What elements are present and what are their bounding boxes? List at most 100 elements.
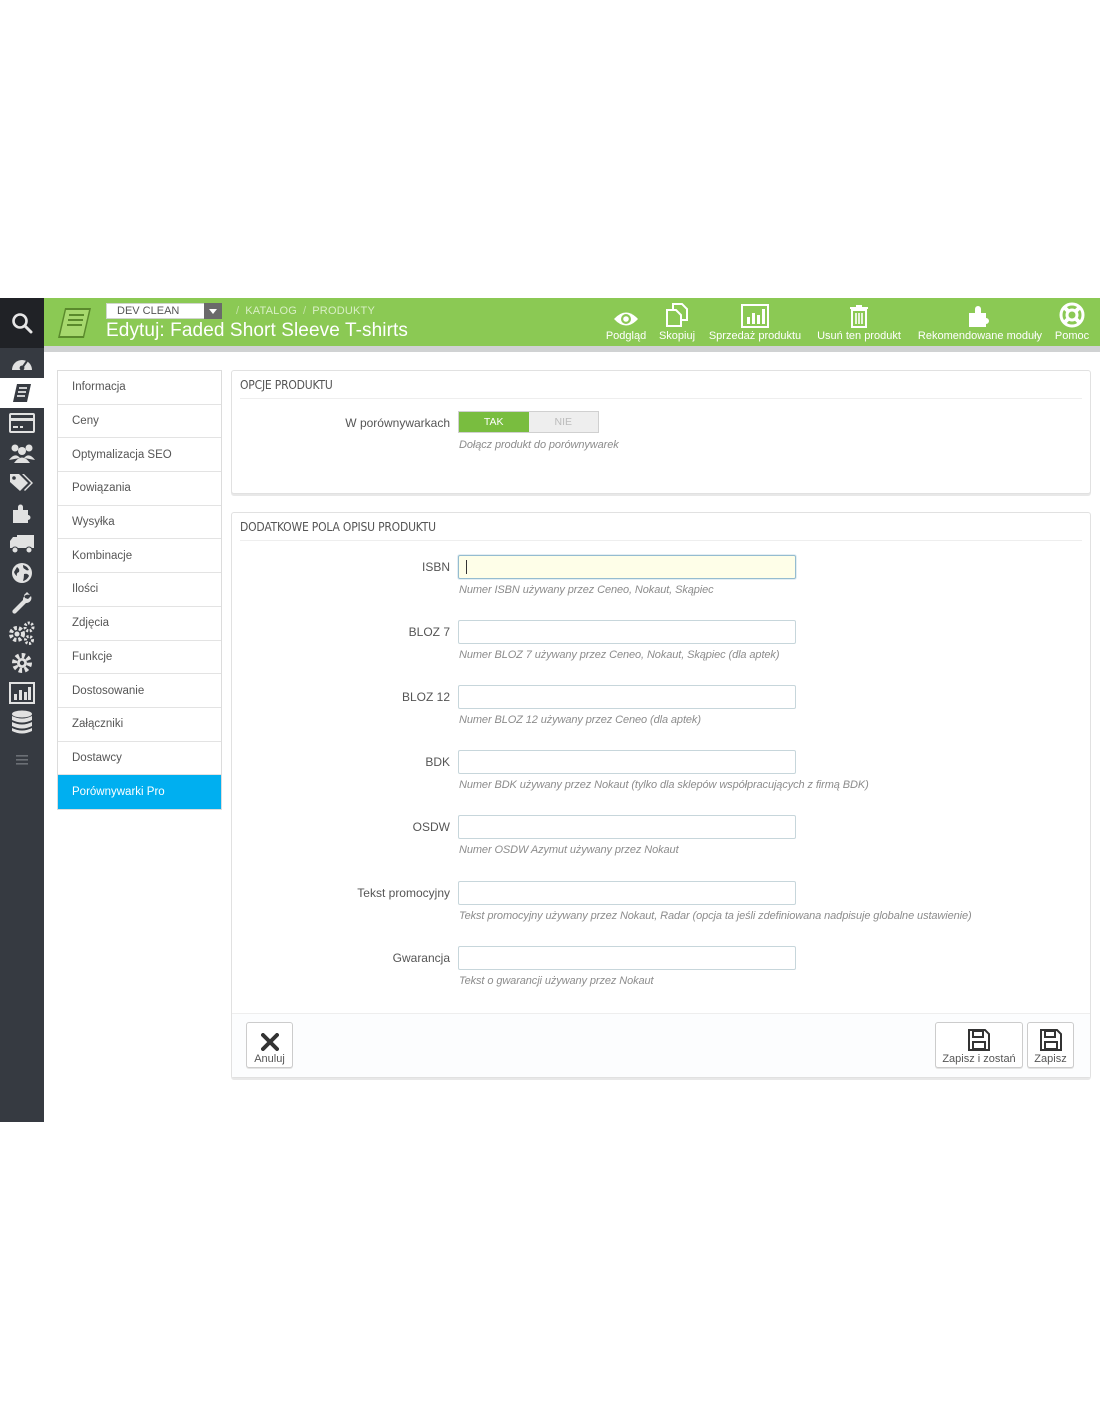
header-divider bbox=[44, 346, 1100, 352]
promo-text-help: Tekst promocyjny używany przez Nokaut, R… bbox=[459, 910, 972, 922]
tab-wysylka[interactable]: Wysyłka bbox=[58, 506, 221, 540]
bar-chart-icon bbox=[741, 304, 769, 328]
catalog-book-icon bbox=[58, 308, 91, 338]
tab-powiazania[interactable]: Powiązania bbox=[58, 472, 221, 506]
chevron-down-icon[interactable] bbox=[204, 303, 222, 319]
isbn-help: Numer ISBN używany przez Ceneo, Nokaut, … bbox=[459, 584, 714, 596]
help-button[interactable]: Pomoc bbox=[1052, 300, 1092, 344]
save-and-stay-button[interactable]: Zapisz i zostań bbox=[935, 1022, 1023, 1068]
bloz7-label: BLOZ 7 bbox=[408, 625, 450, 639]
copy-label: Skopiuj bbox=[658, 330, 696, 342]
switch-yes[interactable]: TAK bbox=[459, 412, 529, 432]
bloz7-input[interactable] bbox=[458, 620, 796, 644]
eye-icon bbox=[614, 312, 638, 326]
sidebar-item-catalog[interactable] bbox=[0, 378, 44, 408]
dashboard-icon bbox=[12, 360, 32, 371]
tab-informacja[interactable]: Informacja bbox=[58, 371, 221, 405]
tab-porownywarki-pro[interactable]: Porównywarki Pro bbox=[58, 775, 221, 809]
sidebar-item-advanced-parameters[interactable] bbox=[0, 618, 44, 648]
sidebar-item-preferences[interactable] bbox=[0, 588, 44, 618]
delete-product-button[interactable]: Usuń ten produkt bbox=[812, 300, 906, 344]
sidebar-item-administration[interactable] bbox=[0, 648, 44, 678]
bloz7-help: Numer BLOZ 7 używany przez Ceneo, Nokaut… bbox=[459, 649, 780, 661]
tab-dostosowanie[interactable]: Dostosowanie bbox=[58, 674, 221, 708]
sidebar-item-orders[interactable] bbox=[0, 408, 44, 438]
close-icon bbox=[260, 1033, 279, 1051]
warranty-label: Gwarancja bbox=[392, 951, 450, 965]
recommended-modules-label: Rekomendowane moduły bbox=[917, 330, 1043, 342]
tab-dostawcy[interactable]: Dostawcy bbox=[58, 742, 221, 776]
advanced-parameters-icon bbox=[9, 621, 35, 645]
copy-icon bbox=[666, 303, 688, 327]
isbn-input[interactable] bbox=[458, 555, 796, 579]
cancel-button[interactable]: Anuluj bbox=[246, 1022, 293, 1068]
preview-button[interactable]: Podgląd bbox=[602, 300, 650, 344]
cancel-label: Anuluj bbox=[254, 1053, 285, 1065]
comparison-help: Dołącz produkt do porównywarek bbox=[459, 439, 619, 451]
sidebar-item-database[interactable] bbox=[0, 708, 44, 738]
warranty-input[interactable] bbox=[458, 946, 796, 970]
copy-button[interactable]: Skopiuj bbox=[654, 300, 700, 344]
product-options-panel: OPCJE PRODUKTU W porównywarkach TAK NIE … bbox=[231, 370, 1091, 494]
isbn-label: ISBN bbox=[421, 560, 450, 574]
orders-icon bbox=[9, 413, 35, 433]
osdw-help: Numer OSDW Azymut używany przez Nokaut bbox=[459, 844, 679, 856]
bdk-input[interactable] bbox=[458, 750, 796, 774]
modules-icon bbox=[13, 504, 31, 523]
bloz12-input[interactable] bbox=[458, 685, 796, 709]
tab-ceny[interactable]: Ceny bbox=[58, 405, 221, 439]
admin-app: DEV CLEAN / KATALOG / PRODUKTY Edytuj: Fade… bbox=[0, 298, 1100, 1122]
preview-label: Podgląd bbox=[605, 330, 647, 342]
customers-icon bbox=[9, 444, 35, 463]
sidebar-item-dashboard[interactable] bbox=[0, 348, 44, 378]
bdk-label: BDK bbox=[425, 755, 450, 769]
breadcrumb-catalog[interactable]: KATALOG bbox=[245, 305, 297, 317]
bloz12-help: Numer BLOZ 12 używany przez Ceneo (dla a… bbox=[459, 714, 701, 726]
breadcrumb-products[interactable]: PRODUKTY bbox=[312, 305, 375, 317]
sidebar-search[interactable] bbox=[0, 298, 44, 348]
delete-product-label: Usuń ten produkt bbox=[817, 330, 901, 342]
trash-icon bbox=[850, 305, 868, 328]
recommended-modules-button[interactable]: Rekomendowane moduły bbox=[914, 300, 1046, 344]
additional-fields-panel: DODATKOWE POLA OPISU PRODUKTU ISBN Numer… bbox=[231, 512, 1091, 1078]
panel-footer: Anuluj Zapisz i zostań Zapisz bbox=[232, 1013, 1090, 1077]
product-sales-button[interactable]: Sprzedaż produktu bbox=[706, 300, 804, 344]
search-icon bbox=[12, 313, 33, 334]
tab-kombinacje[interactable]: Kombinacje bbox=[58, 539, 221, 574]
save-label: Zapisz bbox=[1034, 1053, 1067, 1065]
comparison-label: W porównywarkach bbox=[345, 416, 450, 430]
sidebar-item-modules[interactable] bbox=[0, 498, 44, 528]
tab-seo[interactable]: Optymalizacja SEO bbox=[58, 438, 221, 473]
tab-funkcje[interactable]: Funkcje bbox=[58, 641, 221, 675]
switch-no[interactable]: NIE bbox=[529, 412, 599, 432]
sidebar-item-customers[interactable] bbox=[0, 438, 44, 468]
save-button[interactable]: Zapisz bbox=[1027, 1022, 1074, 1068]
comparison-switch[interactable]: TAK NIE bbox=[458, 411, 599, 433]
panel-heading: DODATKOWE POLA OPISU PRODUKTU bbox=[240, 513, 1082, 541]
bdk-help: Numer BDK używany przez Nokaut (tylko dl… bbox=[459, 779, 869, 791]
osdw-input[interactable] bbox=[458, 815, 796, 839]
floppy-disk-icon bbox=[968, 1029, 990, 1051]
localization-icon bbox=[12, 563, 32, 583]
osdw-label: OSDW bbox=[412, 820, 450, 834]
tab-ilosci[interactable]: Ilości bbox=[58, 573, 221, 607]
warranty-help: Tekst o gwarancji używany przez Nokaut bbox=[459, 975, 654, 987]
collapse-menu-icon bbox=[16, 755, 28, 765]
main-sidebar bbox=[0, 298, 44, 1122]
shipping-icon bbox=[10, 535, 34, 554]
tab-zalaczniki[interactable]: Załączniki bbox=[58, 708, 221, 742]
stats-icon bbox=[9, 682, 35, 704]
product-tabs: Informacja Ceny Optymalizacja SEO Powiąz… bbox=[57, 370, 222, 810]
administration-icon bbox=[12, 653, 32, 673]
sidebar-item-shipping[interactable] bbox=[0, 528, 44, 558]
sidebar-collapse[interactable] bbox=[0, 750, 44, 770]
sidebar-item-localization[interactable] bbox=[0, 558, 44, 588]
tab-zdjecia[interactable]: Zdjęcia bbox=[58, 607, 221, 641]
lifebuoy-icon bbox=[1059, 302, 1085, 328]
sidebar-item-stats[interactable] bbox=[0, 678, 44, 708]
help-label: Pomoc bbox=[1054, 330, 1090, 342]
save-and-stay-label: Zapisz i zostań bbox=[942, 1053, 1016, 1065]
bloz12-label: BLOZ 12 bbox=[401, 690, 450, 704]
sidebar-item-price-rules[interactable] bbox=[0, 468, 44, 498]
promo-text-input[interactable] bbox=[458, 881, 796, 905]
